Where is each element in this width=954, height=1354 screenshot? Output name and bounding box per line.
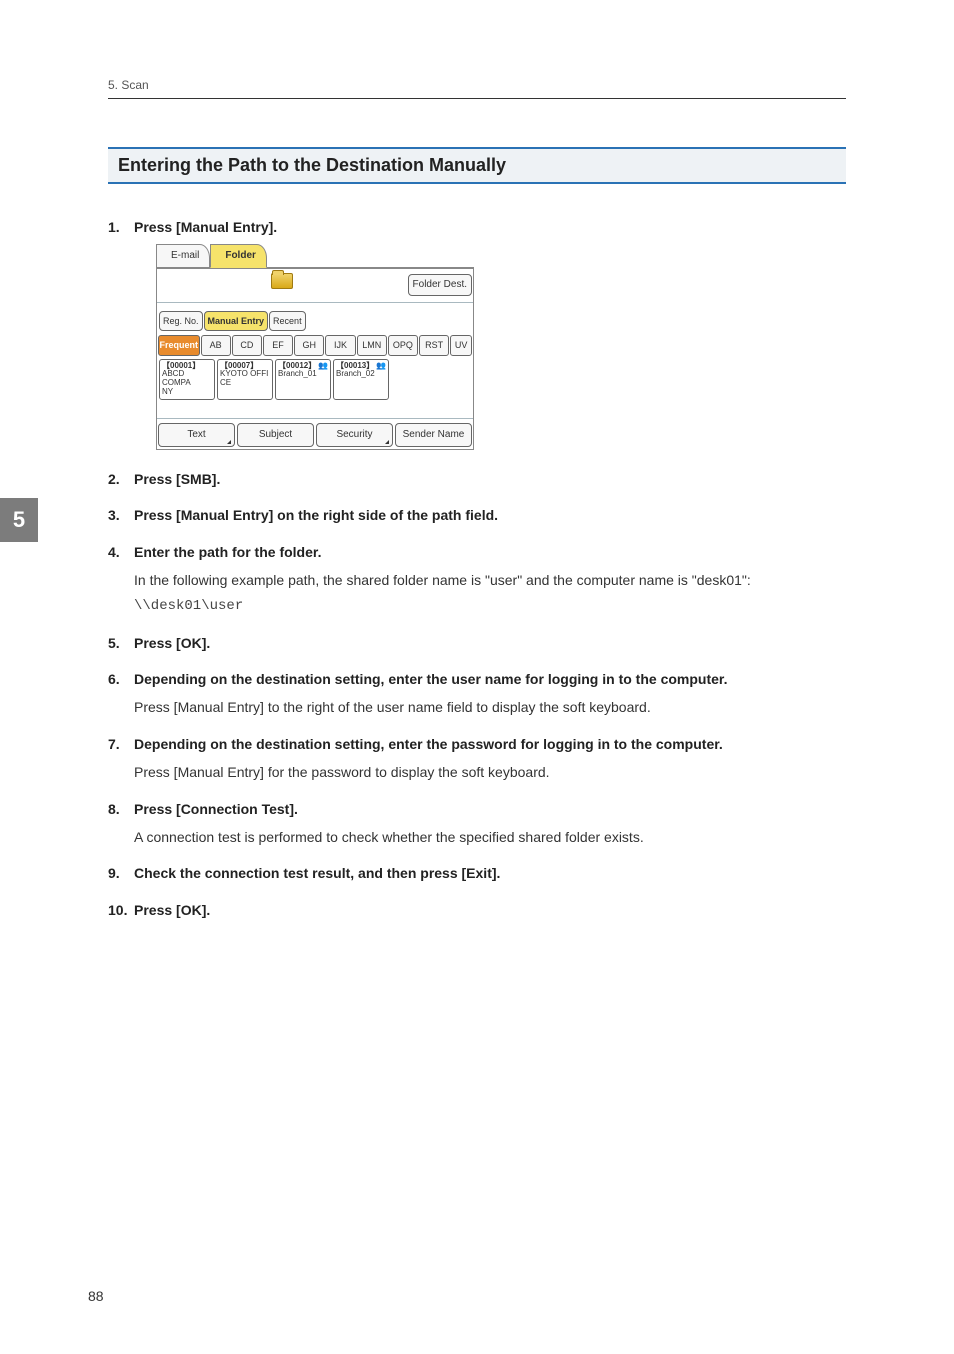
text-button[interactable]: Text (158, 423, 235, 447)
dest-id: 【00007】 (220, 361, 258, 370)
manual-entry-button[interactable]: Manual Entry (204, 311, 269, 331)
step-body: Press [Manual Entry] for the password to… (134, 761, 846, 783)
dest-id: 【00012】 (278, 361, 316, 370)
index-gh[interactable]: GH (294, 335, 324, 355)
tab-email[interactable]: E-mail (156, 244, 210, 267)
page-number: 88 (88, 1288, 104, 1304)
scanner-ui-screenshot: E-mail Folder Folder Dest. Reg. No. (156, 244, 474, 449)
recent-button[interactable]: Recent (269, 311, 306, 331)
step-title: Check the connection test result, and th… (134, 865, 500, 881)
index-rst[interactable]: RST (419, 335, 449, 355)
triangle-icon (227, 440, 231, 444)
dest-id: 【00013】 (336, 361, 374, 370)
index-ef[interactable]: EF (263, 335, 293, 355)
folder-icon (271, 273, 293, 289)
index-lmn[interactable]: LMN (357, 335, 387, 355)
folder-dest-button[interactable]: Folder Dest. (408, 274, 472, 296)
index-ab[interactable]: AB (201, 335, 231, 355)
step-number: 1. (108, 216, 120, 238)
triangle-icon (385, 440, 389, 444)
step-body: A connection test is performed to check … (134, 826, 846, 848)
subject-button[interactable]: Subject (237, 423, 314, 447)
tab-folder[interactable]: Folder (210, 244, 267, 268)
index-ijk[interactable]: IJK (325, 335, 355, 355)
dest-id: 【00001】 (162, 361, 200, 370)
sender-name-button-label: Sender Name (403, 429, 465, 440)
subject-button-label: Subject (259, 429, 292, 440)
dest-name: NY (162, 388, 212, 397)
step-number: 5. (108, 632, 120, 654)
section-heading-wrap: Entering the Path to the Destination Man… (108, 147, 846, 184)
index-opq[interactable]: OPQ (388, 335, 418, 355)
dest-name: Branch_02 (336, 370, 386, 379)
step-number: 4. (108, 541, 120, 563)
dest-name: ABCD COMPA (162, 370, 212, 388)
code-sample: \\desk01\user (134, 595, 846, 617)
step-number: 2. (108, 468, 120, 490)
index-uv[interactable]: UV (450, 335, 472, 355)
security-button-label: Security (336, 429, 372, 440)
step-title: Press [OK]. (134, 635, 210, 651)
sender-name-button[interactable]: Sender Name (395, 423, 472, 447)
step-number: 10. (108, 899, 127, 921)
reg-no-button[interactable]: Reg. No. (159, 311, 203, 331)
step-title: Depending on the destination setting, en… (134, 671, 727, 687)
dest-card[interactable]: 【00012】👥 Branch_01 (275, 359, 331, 400)
step-number: 9. (108, 862, 120, 884)
step-title: Depending on the destination setting, en… (134, 736, 723, 752)
dest-name: CE (220, 379, 270, 388)
step-title: Press [Manual Entry]. (134, 219, 277, 235)
step-title: Press [OK]. (134, 902, 210, 918)
chapter-tab: 5 (0, 498, 38, 542)
step-number: 7. (108, 733, 120, 755)
security-button[interactable]: Security (316, 423, 393, 447)
dest-card[interactable]: 【00013】👥 Branch_02 (333, 359, 389, 400)
step-body: Press [Manual Entry] to the right of the… (134, 696, 846, 718)
step-number: 3. (108, 504, 120, 526)
index-cd[interactable]: CD (232, 335, 262, 355)
step-title: Press [Manual Entry] on the right side o… (134, 507, 498, 523)
step-title: Press [SMB]. (134, 471, 220, 487)
step-title: Press [Connection Test]. (134, 801, 298, 817)
dest-name: Branch_01 (278, 370, 328, 379)
step-number: 6. (108, 668, 120, 690)
share-icon: 👥 (318, 362, 328, 371)
share-icon: 👥 (376, 362, 386, 371)
step-number: 8. (108, 798, 120, 820)
index-frequent[interactable]: Frequent (158, 335, 200, 355)
breadcrumb: 5. Scan (108, 78, 149, 92)
step-body: In the following example path, the share… (134, 569, 846, 591)
step-title: Enter the path for the folder. (134, 544, 321, 560)
text-button-label: Text (187, 429, 205, 440)
dest-card[interactable]: 【00001】 ABCD COMPA NY (159, 359, 215, 400)
section-heading: Entering the Path to the Destination Man… (118, 155, 506, 175)
dest-card[interactable]: 【00007】 KYOTO OFFI CE (217, 359, 273, 400)
